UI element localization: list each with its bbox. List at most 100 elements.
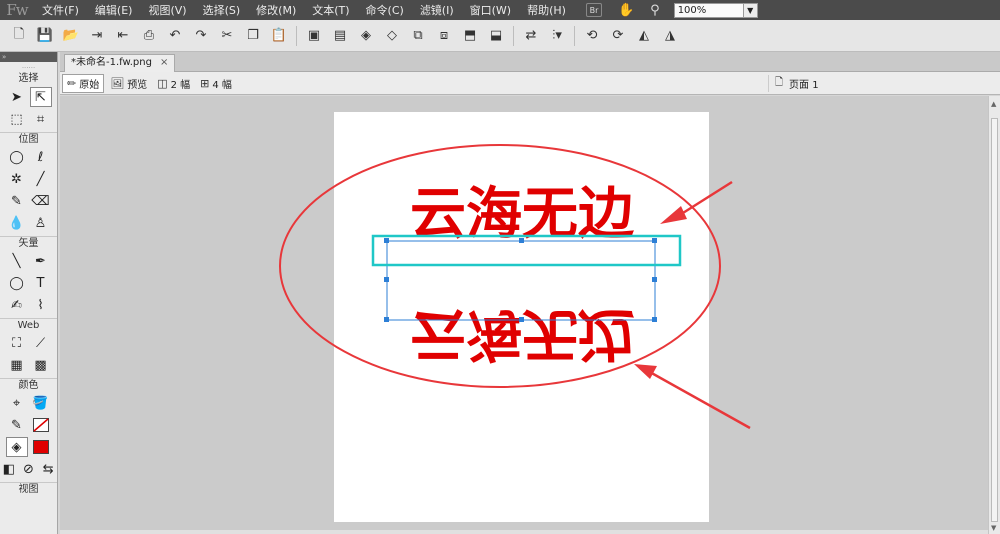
canvas-text-reflection[interactable]: 云海无边 bbox=[410, 301, 635, 366]
selection-handle[interactable] bbox=[384, 238, 389, 243]
menu-bar: Fw 文件(F) 编辑(E) 视图(V) 选择(S) 修改(M) 文本(T) 命… bbox=[0, 0, 1000, 20]
menu-modify[interactable]: 修改(M) bbox=[248, 2, 304, 18]
panel-collapse-icon[interactable]: » bbox=[0, 52, 57, 62]
blur-tool-icon[interactable]: 💧 bbox=[6, 213, 28, 233]
page-label: 页面 1 bbox=[789, 80, 819, 91]
four-up-button[interactable]: ⊞ 4 幅 bbox=[196, 74, 236, 93]
print-icon[interactable]: ⎙ bbox=[138, 25, 160, 47]
knife-tool-icon[interactable]: ⌇ bbox=[30, 295, 52, 315]
page-selector[interactable]: 🗋 页面 1 ▾ bbox=[768, 75, 1000, 92]
selection-handle[interactable] bbox=[652, 277, 657, 282]
scroll-down-icon[interactable]: ▼ bbox=[991, 524, 996, 532]
menu-edit[interactable]: 编辑(E) bbox=[87, 2, 141, 18]
hotspot-tool-icon[interactable]: ⛶ bbox=[6, 333, 28, 353]
ellipse-tool-icon[interactable]: ◯ bbox=[6, 273, 28, 293]
copy-icon[interactable]: ❐ bbox=[242, 25, 264, 47]
new-file-icon[interactable]: 🗋 bbox=[8, 25, 30, 47]
open-icon[interactable]: 📂 bbox=[60, 25, 82, 47]
selection-handle[interactable] bbox=[519, 317, 524, 322]
crop-tool-icon[interactable]: ⌗ bbox=[30, 109, 52, 129]
menu-filters[interactable]: 滤镜(I) bbox=[412, 2, 462, 18]
no-color-icon[interactable]: ⊘ bbox=[20, 459, 38, 479]
send-backward-icon[interactable]: ⬒ bbox=[459, 25, 481, 47]
rotate-right-icon[interactable]: ⟳ bbox=[607, 25, 629, 47]
menu-file[interactable]: 文件(F) bbox=[34, 2, 87, 18]
line-tool-icon[interactable]: ╲ bbox=[6, 251, 28, 271]
distribute-icon[interactable]: ⇄ bbox=[520, 25, 542, 47]
pen-tool-icon[interactable]: ✒ bbox=[30, 251, 52, 271]
hide-slices-icon[interactable]: ▦ bbox=[6, 355, 28, 375]
rotate-left-icon[interactable]: ⟲ bbox=[581, 25, 603, 47]
bring-front-icon[interactable]: ⧉ bbox=[407, 25, 429, 47]
scale-tool-icon[interactable]: ⬚ bbox=[6, 109, 28, 129]
export-icon[interactable]: ⇤ bbox=[112, 25, 134, 47]
bridge-button[interactable]: Br bbox=[585, 3, 602, 17]
two-up-button[interactable]: ◫ 2 幅 bbox=[153, 74, 194, 93]
panel-grip[interactable]: ...... bbox=[0, 62, 57, 70]
fireworks-logo: Fw bbox=[6, 1, 28, 19]
default-colors-icon[interactable]: ◧ bbox=[0, 459, 18, 479]
zoom-dropdown-icon[interactable]: ▼ bbox=[743, 2, 758, 18]
freeform-tool-icon[interactable]: ✍ bbox=[6, 295, 28, 315]
menu-text[interactable]: 文本(T) bbox=[304, 2, 357, 18]
align-icon[interactable]: ⫶▾ bbox=[546, 25, 568, 47]
eyedropper-tool-icon[interactable]: ⌖ bbox=[6, 393, 28, 413]
text-tool-icon[interactable]: T bbox=[30, 273, 52, 293]
redo-icon[interactable]: ↷ bbox=[190, 25, 212, 47]
original-view-button[interactable]: ✏ 原始 bbox=[62, 73, 105, 93]
scroll-up-icon[interactable]: ▲ bbox=[991, 100, 996, 108]
selection-handle[interactable] bbox=[384, 317, 389, 322]
canvas-area[interactable]: 云海无边 云海无边 bbox=[60, 96, 988, 530]
flip-horizontal-icon[interactable]: ◭ bbox=[633, 25, 655, 47]
menu-select[interactable]: 选择(S) bbox=[195, 2, 249, 18]
paint-bucket-tool-icon[interactable]: 🪣 bbox=[30, 393, 52, 413]
menu-view[interactable]: 视图(V) bbox=[140, 2, 194, 18]
split-icon[interactable]: ◇ bbox=[381, 25, 403, 47]
subselect-tool-icon[interactable]: ⇱ bbox=[29, 87, 52, 107]
selection-handle[interactable] bbox=[384, 277, 389, 282]
vertical-scrollbar[interactable]: ▲ ▼ bbox=[988, 96, 1000, 534]
rubber-stamp-tool-icon[interactable]: ♙ bbox=[30, 213, 52, 233]
menu-help[interactable]: 帮助(H) bbox=[519, 2, 574, 18]
show-slices-icon[interactable]: ▩ bbox=[30, 355, 52, 375]
stroke-color-swatch[interactable] bbox=[30, 415, 52, 435]
eraser-tool-icon[interactable]: ⌫ bbox=[30, 191, 52, 211]
cut-icon[interactable]: ✂ bbox=[216, 25, 238, 47]
paste-icon[interactable]: 📋 bbox=[268, 25, 290, 47]
ungroup-icon[interactable]: ▤ bbox=[329, 25, 351, 47]
scrollbar-thumb[interactable] bbox=[991, 118, 998, 522]
menu-commands[interactable]: 命令(C) bbox=[358, 2, 412, 18]
zoom-icon[interactable]: ⚲ bbox=[650, 3, 660, 18]
selection-handle[interactable] bbox=[519, 238, 524, 243]
pointer-tool-icon[interactable]: ➤ bbox=[6, 87, 28, 107]
menu-window[interactable]: 窗口(W) bbox=[462, 2, 519, 18]
group-icon[interactable]: ▣ bbox=[303, 25, 325, 47]
selection-handle[interactable] bbox=[652, 238, 657, 243]
import-icon[interactable]: ⇥ bbox=[86, 25, 108, 47]
close-tab-icon[interactable]: × bbox=[160, 55, 168, 72]
document-tab[interactable]: *未命名-1.fw.png × bbox=[64, 54, 176, 72]
send-back-icon[interactable]: ⬓ bbox=[485, 25, 507, 47]
undo-icon[interactable]: ↶ bbox=[164, 25, 186, 47]
flip-vertical-icon[interactable]: ◮ bbox=[659, 25, 681, 47]
selection-handle[interactable] bbox=[652, 317, 657, 322]
toolbar-divider bbox=[574, 25, 575, 46]
lasso-tool-icon[interactable]: ℓ bbox=[30, 147, 52, 167]
save-icon[interactable]: 💾 bbox=[34, 25, 56, 47]
horizontal-scrollbar[interactable] bbox=[60, 530, 988, 534]
brush-tool-icon[interactable]: ╱ bbox=[30, 169, 52, 189]
zoom-input[interactable]: 100% bbox=[673, 2, 744, 18]
pencil-tool-icon[interactable]: ✎ bbox=[6, 191, 28, 211]
join-icon[interactable]: ◈ bbox=[355, 25, 377, 47]
swap-colors-icon[interactable]: ⇆ bbox=[39, 459, 57, 479]
section-vector-label: 矢量 bbox=[0, 236, 57, 250]
preview-button[interactable]: 🖼 预览 bbox=[106, 74, 151, 93]
fill-color-swatch[interactable] bbox=[30, 437, 52, 457]
slice-tool-icon[interactable]: ⟋ bbox=[30, 333, 52, 353]
hand-icon[interactable]: ✋ bbox=[618, 3, 634, 18]
section-color-label: 颜色 bbox=[0, 378, 57, 392]
marquee-tool-icon[interactable]: ◯ bbox=[6, 147, 28, 167]
reflected-text-group[interactable]: 云海无边 bbox=[410, 301, 635, 366]
magic-wand-tool-icon[interactable]: ✲ bbox=[6, 169, 28, 189]
bring-forward-icon[interactable]: ⧈ bbox=[433, 25, 455, 47]
